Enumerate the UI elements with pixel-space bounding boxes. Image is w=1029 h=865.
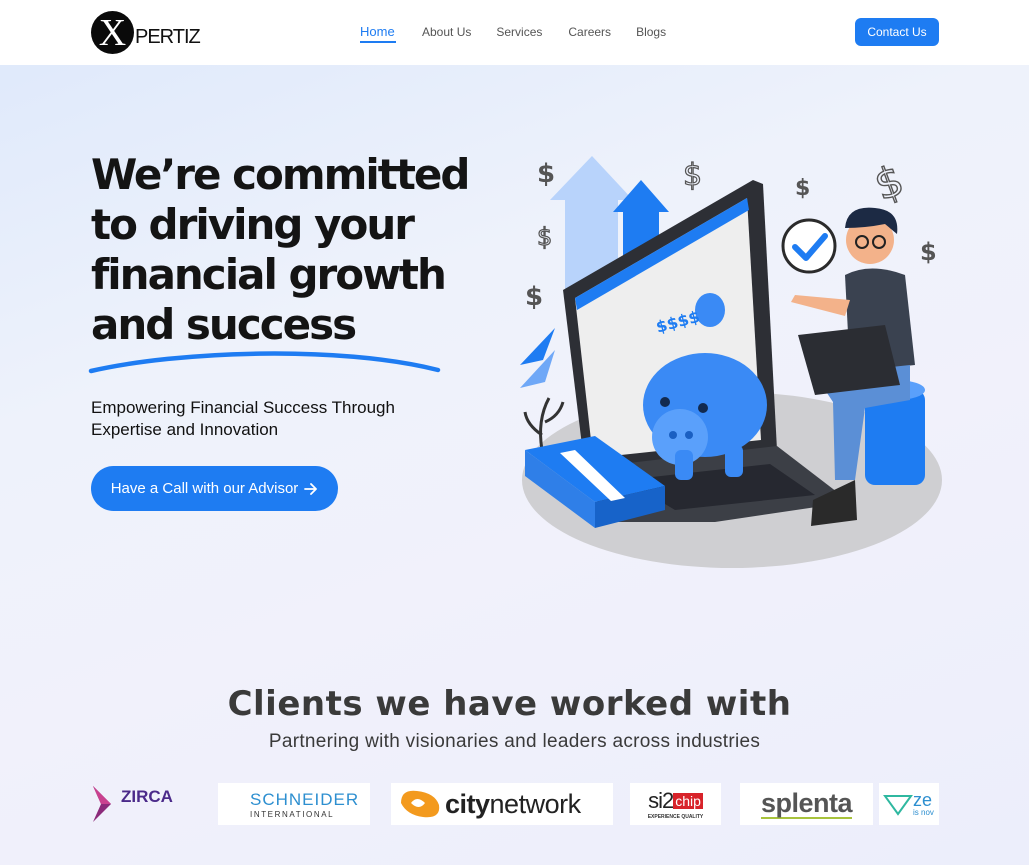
logo-wordmark: PERTIZ: [135, 25, 201, 48]
hero-subtitle-line: Expertise and Innovation: [91, 420, 279, 439]
nav-blogs[interactable]: Blogs: [636, 25, 666, 43]
schneider-subtext: INTERNATIONAL: [250, 809, 335, 819]
nav-careers[interactable]: Careers: [568, 25, 611, 43]
dollar-icon: $: [795, 176, 810, 201]
si2chip-subtext: EXPERIENCE QUALITY: [647, 814, 704, 820]
brand-logo[interactable]: X PERTIZ: [91, 10, 201, 54]
ze-mark-icon: [883, 795, 913, 816]
hero-title-line: to driving your: [91, 200, 415, 249]
clients-title: Clients we have worked with: [227, 684, 792, 724]
client-logo-citynetwork: city network: [391, 783, 613, 825]
finance-growth-illustration: $$$$ $ $ $ $ $ $ $: [520, 154, 942, 568]
nav-home[interactable]: Home: [360, 24, 396, 43]
dollar-icon: $: [920, 238, 937, 266]
dollar-icon: $: [537, 223, 552, 251]
check-bubble-icon: [781, 218, 837, 274]
citynetwork-mark-icon: [401, 790, 440, 818]
dollar-icon: $: [683, 158, 702, 193]
hero-subtitle-line: Empowering Financial Success Through: [91, 398, 395, 417]
ze-text: ze: [913, 790, 933, 810]
hero-title-line: We’re committed: [91, 150, 470, 199]
clients-subtitle: Partnering with visionaries and leaders …: [268, 731, 761, 752]
hero-title-line: and success: [91, 300, 357, 349]
client-logo-schneider: SCHNEIDER INTERNATIONAL: [218, 783, 370, 825]
zirca-mark-icon: [93, 786, 111, 822]
top-navbar: X PERTIZ Home About Us Services Careers …: [0, 0, 1029, 65]
schneider-text: SCHNEIDER: [250, 789, 360, 809]
si2chip-text-a: si2: [648, 788, 674, 813]
dollar-icon: $: [868, 155, 910, 210]
hero-title: We’re committed to driving your financia…: [91, 150, 491, 350]
title-underline-swoosh: [88, 351, 441, 374]
small-laptop: [798, 325, 900, 395]
advisor-call-label: Have a Call with our Advisor: [110, 480, 299, 497]
arrow-right-icon: [304, 482, 318, 495]
splenta-text: splenta: [760, 788, 853, 819]
hero-title-line: financial growth: [91, 250, 447, 299]
si2chip-text-b: chip: [673, 793, 703, 809]
main-menu: Home About Us Services Careers Blogs: [360, 24, 666, 43]
client-logo-strip: ZIRCA SCHNEIDER INTERNATIONAL city netwo…: [91, 783, 939, 827]
contact-us-button[interactable]: Contact Us: [855, 18, 939, 46]
client-logo-ze: ze is nov: [879, 783, 939, 825]
nav-about-us[interactable]: About Us: [422, 25, 471, 43]
dollar-icon: $: [525, 282, 543, 312]
citynetwork-text-b: network: [489, 788, 582, 819]
logo-letter: X: [98, 12, 127, 54]
advisor-call-button[interactable]: Have a Call with our Advisor: [91, 466, 338, 511]
zirca-text: ZIRCA: [121, 787, 173, 806]
client-logo-splenta: splenta: [740, 783, 873, 825]
ze-subtext: is nov: [913, 808, 934, 817]
nav-services[interactable]: Services: [496, 25, 542, 43]
client-logo-zirca: ZIRCA: [91, 783, 183, 825]
logo-badge: X: [91, 10, 134, 54]
hero-subtitle: Empowering Financial Success Through Exp…: [91, 397, 471, 441]
client-logo-si2chip: si2 chip EXPERIENCE QUALITY: [630, 783, 721, 825]
dollar-icon: $: [537, 159, 555, 189]
citynetwork-text-a: city: [445, 788, 490, 819]
